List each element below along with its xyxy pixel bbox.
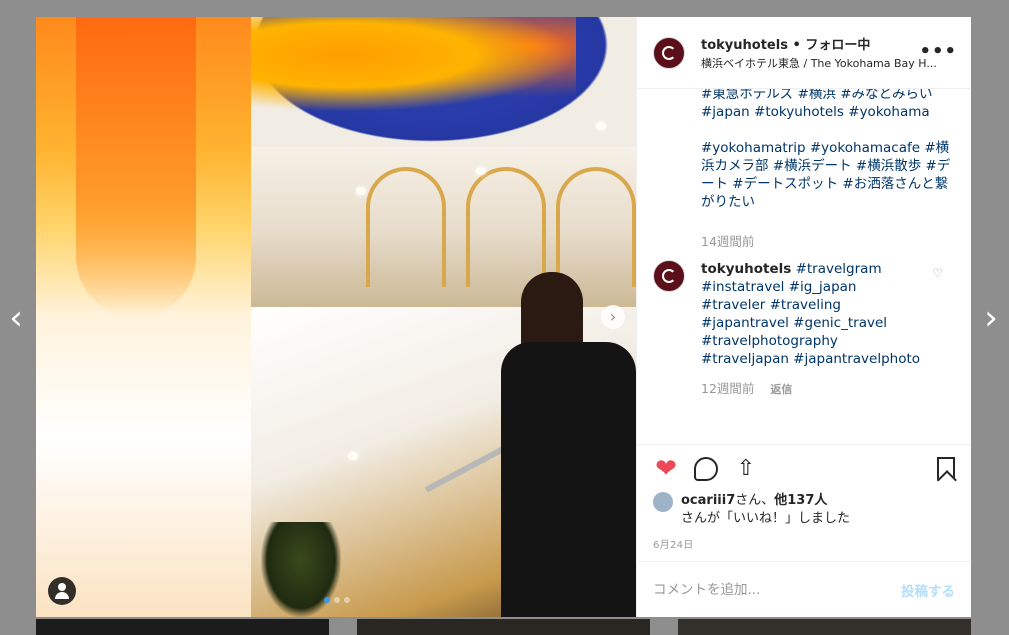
comment-item: tokyuhotels #travelgram #instatravel #ig… bbox=[653, 260, 955, 368]
next-post-arrow[interactable]: › bbox=[977, 300, 1005, 336]
avatar[interactable] bbox=[653, 492, 673, 512]
action-bar: ❤ ⇧ bbox=[637, 444, 971, 492]
carousel-dot bbox=[324, 597, 330, 603]
share-icon[interactable]: ⇧ bbox=[733, 456, 759, 482]
comment-body: tokyuhotels #travelgram #instatravel #ig… bbox=[701, 260, 921, 368]
bookmark-icon[interactable] bbox=[937, 457, 955, 481]
likes-summary: ocariii7さん、他137人 さんが「いいね！」しました bbox=[637, 492, 971, 528]
likes-suffix: さん、 bbox=[735, 493, 775, 508]
post-date: 6月24日 bbox=[653, 540, 694, 551]
photo-next-button[interactable]: › bbox=[601, 305, 625, 329]
post-header: tokyuhotels • フォロー中 横浜ベイホテル東急 / The Yoko… bbox=[637, 17, 971, 89]
likes-others-count[interactable]: 他137人 bbox=[774, 493, 827, 508]
header-text: tokyuhotels • フォロー中 横浜ベイホテル東急 / The Yoko… bbox=[701, 34, 951, 71]
grid-thumbnail[interactable] bbox=[36, 619, 329, 635]
photo-light bbox=[596, 122, 606, 130]
header-user-line: tokyuhotels • フォロー中 bbox=[701, 34, 951, 53]
brand-logo-icon bbox=[662, 45, 676, 60]
more-options-icon[interactable]: ••• bbox=[919, 41, 957, 62]
comment-form: 投稿する bbox=[637, 561, 971, 617]
carousel-dot bbox=[334, 597, 340, 603]
caption-hashtags: #東急ホテルズ #横浜 #みなとみらい #japan #tokyuhotels … bbox=[701, 89, 933, 120]
post-modal: › tokyuhotels • フォロー中 横浜ベイホテル東急 / The Yo… bbox=[36, 17, 971, 617]
photo-person-body bbox=[501, 342, 636, 617]
photo-arch bbox=[366, 167, 446, 287]
prev-post-arrow[interactable]: ‹ bbox=[2, 300, 30, 336]
grid-thumbnail[interactable] bbox=[357, 619, 650, 635]
comment-bubble bbox=[694, 456, 718, 481]
photo-light bbox=[476, 167, 486, 175]
heart-icon[interactable]: ❤ bbox=[653, 456, 679, 482]
photo-fabric bbox=[246, 17, 576, 112]
reply-button[interactable]: 返信 bbox=[770, 381, 792, 397]
grid-thumbnail[interactable] bbox=[678, 619, 971, 635]
comment-icon[interactable] bbox=[693, 456, 719, 482]
user-tag-icon[interactable] bbox=[48, 577, 76, 605]
likes-text: ocariii7さん、他137人 さんが「いいね！」しました bbox=[681, 492, 850, 528]
photo-light bbox=[348, 452, 358, 460]
avatar[interactable] bbox=[653, 260, 685, 292]
photo-light bbox=[356, 187, 366, 195]
likes-line2: さんが「いいね！」しました bbox=[681, 511, 851, 526]
comment-meta: 12週間前 返信 bbox=[701, 378, 955, 397]
caption: #東急ホテルズ #横浜 #みなとみらい #japan #tokyuhotels … bbox=[701, 89, 955, 211]
comments-section: #東急ホテルズ #横浜 #みなとみらい #japan #tokyuhotels … bbox=[637, 89, 971, 444]
post-username[interactable]: tokyuhotels bbox=[701, 38, 788, 53]
photo-arch bbox=[466, 167, 546, 287]
liker-username[interactable]: ocariii7 bbox=[681, 493, 735, 508]
comment-time: 12週間前 bbox=[701, 381, 755, 396]
post-comment-button[interactable]: 投稿する bbox=[901, 580, 955, 600]
carousel-dot bbox=[344, 597, 350, 603]
post-photo: › bbox=[36, 17, 636, 617]
post-sidebar: tokyuhotels • フォロー中 横浜ベイホテル東急 / The Yoko… bbox=[636, 17, 971, 617]
avatar[interactable] bbox=[653, 36, 685, 69]
follow-status[interactable]: フォロー中 bbox=[805, 38, 870, 53]
caption-time: 14週間前 bbox=[701, 234, 755, 249]
comment-like-icon[interactable]: ♡ bbox=[932, 266, 943, 280]
caption-hashtags: #yokohamatrip #yokohamacafe #横浜カメラ部 #横浜デ… bbox=[701, 140, 951, 210]
carousel-dots bbox=[324, 597, 350, 603]
separator: • bbox=[792, 38, 801, 53]
brand-logo-icon bbox=[662, 269, 676, 283]
photo-pillar-stripe bbox=[76, 17, 196, 317]
post-location[interactable]: 横浜ベイホテル東急 / The Yokohama Bay H... bbox=[701, 55, 951, 71]
comment-input[interactable] bbox=[653, 581, 873, 598]
photo-arch bbox=[556, 167, 636, 287]
comment-username[interactable]: tokyuhotels bbox=[701, 261, 791, 277]
